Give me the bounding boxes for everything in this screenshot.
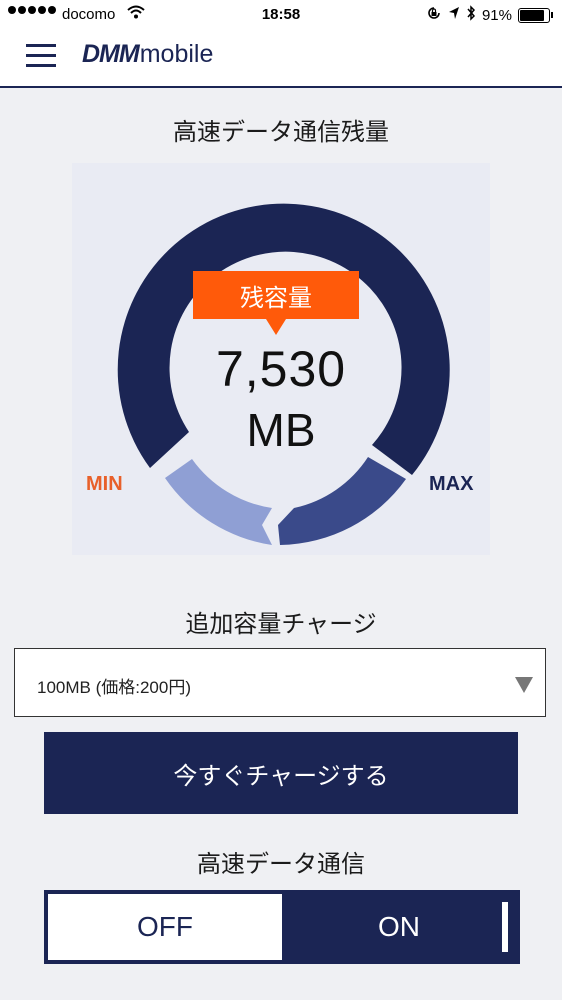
toggle-off-option[interactable]: OFF <box>48 894 282 960</box>
status-right-icons: 91% <box>426 5 553 25</box>
data-gauge: MIN MAX 残容量 7,530 MB <box>72 163 490 555</box>
gauge-max-label: MAX <box>429 473 474 495</box>
gauge-segment-low <box>165 459 272 545</box>
charge-amount-select[interactable]: 100MB (価格:200円) <box>14 648 546 717</box>
remaining-amount: 7,530 <box>215 341 347 397</box>
gauge-min-label: MIN <box>86 473 123 495</box>
status-bar: docomo 18:58 91% <box>0 0 562 30</box>
battery-percent: 91% <box>481 6 512 24</box>
hamburger-menu-icon[interactable] <box>26 44 56 68</box>
charge-selected-option: 100MB (価格:200円) <box>37 678 191 697</box>
orientation-lock-icon <box>426 5 442 25</box>
chevron-down-icon <box>515 677 533 693</box>
dmm-mobile-logo[interactable]: DMM mobile <box>82 40 213 76</box>
app-header: DMM mobile <box>0 30 562 88</box>
bluetooth-icon <box>466 5 476 25</box>
battery-icon <box>518 7 553 23</box>
gauge-segment-mid <box>278 457 406 545</box>
data-remaining-title: 高速データ通信残量 <box>173 118 389 146</box>
remaining-unit: MB <box>246 404 316 456</box>
high-speed-toggle[interactable]: OFF ON <box>44 890 520 964</box>
toggle-on-option[interactable]: ON <box>282 894 516 960</box>
remaining-badge: 残容量 <box>193 271 359 335</box>
high-speed-title: 高速データ通信 <box>197 850 365 878</box>
screen: docomo 18:58 91% DMM mobile 高速データ通信残量 MI… <box>0 0 562 1000</box>
logo-brand: DMM <box>82 40 140 68</box>
charge-title: 追加容量チャージ <box>185 610 377 638</box>
location-arrow-icon <box>448 6 460 24</box>
charge-now-button[interactable]: 今すぐチャージする <box>44 732 518 814</box>
toggle-handle[interactable] <box>502 902 508 952</box>
logo-product: mobile <box>139 40 214 68</box>
